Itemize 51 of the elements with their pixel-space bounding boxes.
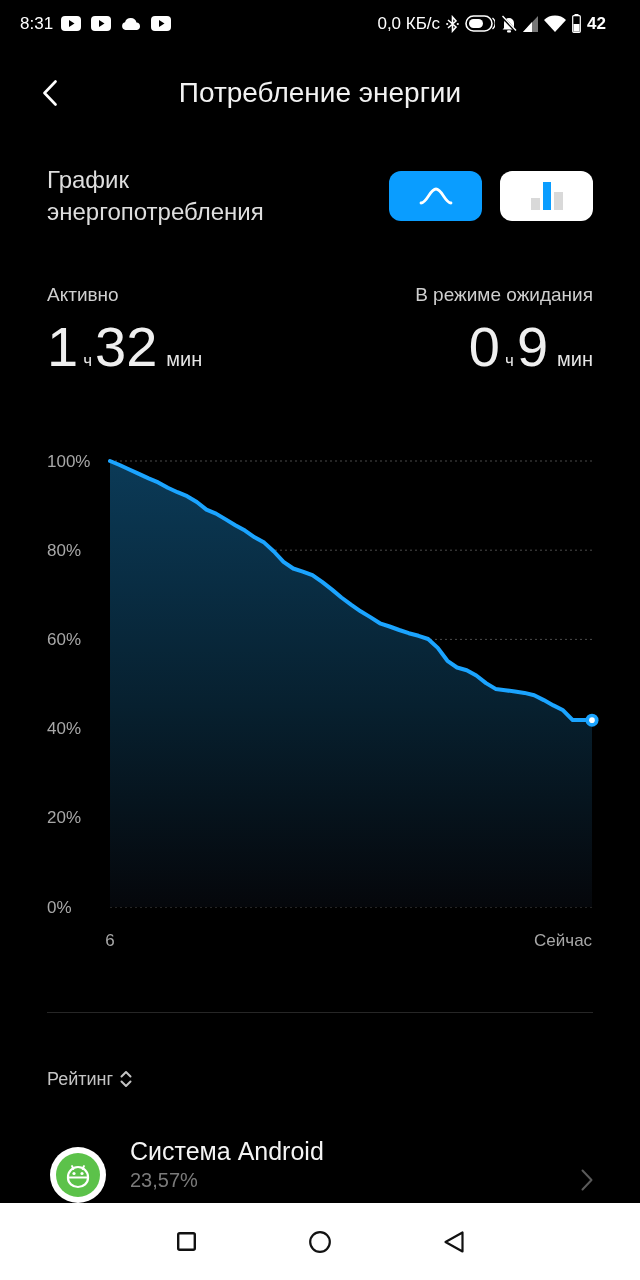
battery-percent: 42 <box>587 12 606 35</box>
app-name[interactable]: Система Android <box>130 1136 324 1166</box>
hours-unit: ч <box>505 350 514 372</box>
status-time: 8:31 <box>20 12 54 35</box>
ranking-sort-button[interactable]: Рейтинг <box>47 1067 133 1091</box>
minutes-unit: мин <box>557 347 593 372</box>
play-icon <box>61 16 82 31</box>
stat-label: В режиме ожидания <box>415 283 593 307</box>
minutes-unit: мин <box>166 347 203 372</box>
y-axis-label: 100% <box>47 451 91 471</box>
x-axis-label: 6 <box>105 930 115 950</box>
toggle-switch-icon <box>465 15 496 32</box>
recents-button[interactable] <box>176 1232 196 1251</box>
back-button[interactable] <box>40 78 60 108</box>
y-axis-label: 40% <box>47 719 82 739</box>
line-chart-view-button[interactable] <box>389 171 482 221</box>
bluetooth-icon <box>446 14 460 33</box>
section-title: График энергопотребления <box>47 165 265 227</box>
wifi-icon <box>544 15 567 32</box>
square-icon <box>176 1232 196 1251</box>
triangle-icon <box>443 1230 464 1253</box>
y-axis-label: 80% <box>47 540 82 560</box>
current-point-marker <box>585 713 599 727</box>
network-speed: 0,0 КБ/с <box>377 12 441 35</box>
back-nav-button[interactable] <box>443 1230 464 1253</box>
minutes-value: 9 <box>516 315 549 379</box>
curve-icon <box>418 187 453 205</box>
y-axis-label: 0% <box>47 897 72 917</box>
usage-percent: 23,57% <box>130 1168 199 1193</box>
stat-label: Активно <box>47 283 120 307</box>
sort-icon <box>120 1070 133 1088</box>
x-axis-label: Сейчас <box>534 930 593 950</box>
hours-value: 0 <box>468 315 500 379</box>
back-chevron-icon <box>43 80 57 106</box>
play-icon <box>151 16 172 31</box>
hours-unit: ч <box>83 350 92 372</box>
minutes-value: 32 <box>95 315 158 379</box>
chevron-right-icon <box>581 1169 593 1191</box>
cloud-icon <box>121 17 142 30</box>
play-icon <box>91 16 112 31</box>
signal-icon <box>523 15 539 32</box>
bell-off-icon <box>501 14 518 33</box>
bar-chart-view-button[interactable] <box>500 171 593 221</box>
y-axis-label: 60% <box>47 629 82 649</box>
circle-icon <box>308 1230 331 1253</box>
y-axis-label: 20% <box>47 808 82 828</box>
battery-icon <box>572 14 582 33</box>
hours-value: 1 <box>47 315 79 379</box>
page-title: Потребление энергии <box>177 76 463 110</box>
bar-chart-icon <box>530 182 563 210</box>
home-button[interactable] <box>308 1230 331 1253</box>
